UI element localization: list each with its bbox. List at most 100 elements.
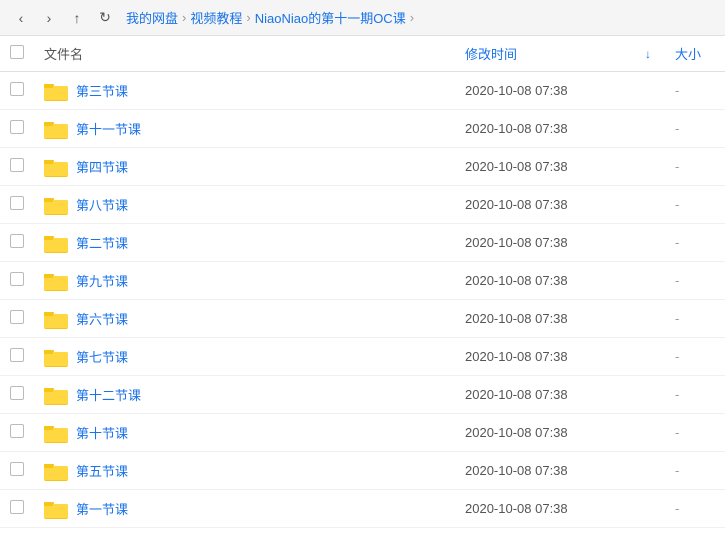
refresh-button[interactable]: ↻ <box>94 7 116 29</box>
row-time-cell: 2020-10-08 07:38 <box>455 186 635 224</box>
folder-link[interactable]: 第七节课 <box>44 347 445 367</box>
row-checkbox-cell <box>0 376 34 414</box>
header-size[interactable]: 大小 <box>665 36 725 72</box>
folder-link[interactable]: 第四节课 <box>44 157 445 177</box>
row-checkbox[interactable] <box>10 196 24 210</box>
row-name-cell: 第三节课 <box>34 72 455 110</box>
row-sort-cell <box>635 452 665 490</box>
nav-bar: ‹ › ↑ ↻ 我的网盘 › 视频教程 › NiaoNiao的第十一期OC课 › <box>0 0 725 36</box>
folder-link[interactable]: 第十二节课 <box>44 385 445 405</box>
folder-name: 第五节课 <box>76 461 128 480</box>
table-row: 第七节课 2020-10-08 07:38 - <box>0 338 725 376</box>
table-row: 第二节课 2020-10-08 07:38 - <box>0 224 725 262</box>
folder-name: 第九节课 <box>76 271 128 290</box>
folder-link[interactable]: 第八节课 <box>44 195 445 215</box>
row-checkbox-cell <box>0 110 34 148</box>
row-sort-cell <box>635 490 665 528</box>
row-size-cell: - <box>665 262 725 300</box>
table-row: 第八节课 2020-10-08 07:38 - <box>0 186 725 224</box>
row-sort-cell <box>635 414 665 452</box>
row-size-cell: - <box>665 452 725 490</box>
table-header-row: 文件名 修改时间 ↓ 大小 <box>0 36 725 72</box>
forward-button[interactable]: › <box>38 7 60 29</box>
folder-name: 第十二节课 <box>76 385 141 404</box>
row-size-cell: - <box>665 490 725 528</box>
folder-link[interactable]: 第六节课 <box>44 309 445 329</box>
breadcrumb-home[interactable]: 我的网盘 <box>126 8 178 27</box>
folder-icon <box>44 309 68 329</box>
breadcrumb-sep-2: › <box>246 10 250 25</box>
folder-link[interactable]: 第二节课 <box>44 233 445 253</box>
row-size-cell: - <box>665 148 725 186</box>
row-time-cell: 2020-10-08 07:38 <box>455 300 635 338</box>
row-name-cell: 第十一节课 <box>34 110 455 148</box>
row-name-cell: 第六节课 <box>34 300 455 338</box>
folder-name: 第三节课 <box>76 81 128 100</box>
folder-link[interactable]: 第十一节课 <box>44 119 445 139</box>
folder-link[interactable]: 第一节课 <box>44 499 445 519</box>
up-button[interactable]: ↑ <box>66 7 88 29</box>
row-checkbox[interactable] <box>10 158 24 172</box>
row-time-cell: 2020-10-08 07:38 <box>455 414 635 452</box>
file-list: 第三节课 2020-10-08 07:38 - <box>0 72 725 528</box>
table-row: 第十一节课 2020-10-08 07:38 - <box>0 110 725 148</box>
row-checkbox[interactable] <box>10 310 24 324</box>
row-time-cell: 2020-10-08 07:38 <box>455 490 635 528</box>
row-sort-cell <box>635 300 665 338</box>
row-sort-cell <box>635 186 665 224</box>
header-sort-icon[interactable]: ↓ <box>635 36 665 72</box>
row-checkbox[interactable] <box>10 272 24 286</box>
row-sort-cell <box>635 338 665 376</box>
back-button[interactable]: ‹ <box>10 7 32 29</box>
table-row: 第四节课 2020-10-08 07:38 - <box>0 148 725 186</box>
folder-icon <box>44 271 68 291</box>
row-sort-cell <box>635 224 665 262</box>
row-checkbox[interactable] <box>10 234 24 248</box>
folder-name: 第四节课 <box>76 157 128 176</box>
breadcrumb-sep-1: › <box>182 10 186 25</box>
row-checkbox-cell <box>0 72 34 110</box>
file-table: 文件名 修改时间 ↓ 大小 <box>0 36 725 528</box>
folder-link[interactable]: 第十节课 <box>44 423 445 443</box>
row-size-cell: - <box>665 186 725 224</box>
row-sort-cell <box>635 148 665 186</box>
folder-icon <box>44 385 68 405</box>
row-checkbox[interactable] <box>10 82 24 96</box>
breadcrumb-current[interactable]: NiaoNiao的第十一期OC课 <box>255 8 406 27</box>
breadcrumb-videos[interactable]: 视频教程 <box>190 8 242 27</box>
row-checkbox[interactable] <box>10 462 24 476</box>
folder-name: 第八节课 <box>76 195 128 214</box>
row-checkbox[interactable] <box>10 348 24 362</box>
folder-link[interactable]: 第三节课 <box>44 81 445 101</box>
row-checkbox-cell <box>0 186 34 224</box>
row-time-cell: 2020-10-08 07:38 <box>455 376 635 414</box>
header-time[interactable]: 修改时间 <box>455 36 635 72</box>
breadcrumb: 我的网盘 › 视频教程 › NiaoNiao的第十一期OC课 › <box>126 8 414 27</box>
row-checkbox[interactable] <box>10 500 24 514</box>
row-sort-cell <box>635 110 665 148</box>
folder-icon <box>44 461 68 481</box>
row-time-cell: 2020-10-08 07:38 <box>455 224 635 262</box>
folder-link[interactable]: 第九节课 <box>44 271 445 291</box>
folder-name: 第一节课 <box>76 499 128 518</box>
folder-icon <box>44 119 68 139</box>
row-name-cell: 第七节课 <box>34 338 455 376</box>
row-size-cell: - <box>665 338 725 376</box>
row-sort-cell <box>635 72 665 110</box>
folder-icon <box>44 499 68 519</box>
row-checkbox[interactable] <box>10 120 24 134</box>
folder-icon <box>44 423 68 443</box>
row-size-cell: - <box>665 376 725 414</box>
row-time-cell: 2020-10-08 07:38 <box>455 72 635 110</box>
row-name-cell: 第十节课 <box>34 414 455 452</box>
table-row: 第十节课 2020-10-08 07:38 - <box>0 414 725 452</box>
row-sort-cell <box>635 262 665 300</box>
folder-name: 第二节课 <box>76 233 128 252</box>
table-row: 第六节课 2020-10-08 07:38 - <box>0 300 725 338</box>
row-checkbox-cell <box>0 452 34 490</box>
select-all-checkbox[interactable] <box>10 45 24 59</box>
row-checkbox[interactable] <box>10 424 24 438</box>
row-checkbox[interactable] <box>10 386 24 400</box>
table-row: 第九节课 2020-10-08 07:38 - <box>0 262 725 300</box>
folder-link[interactable]: 第五节课 <box>44 461 445 481</box>
